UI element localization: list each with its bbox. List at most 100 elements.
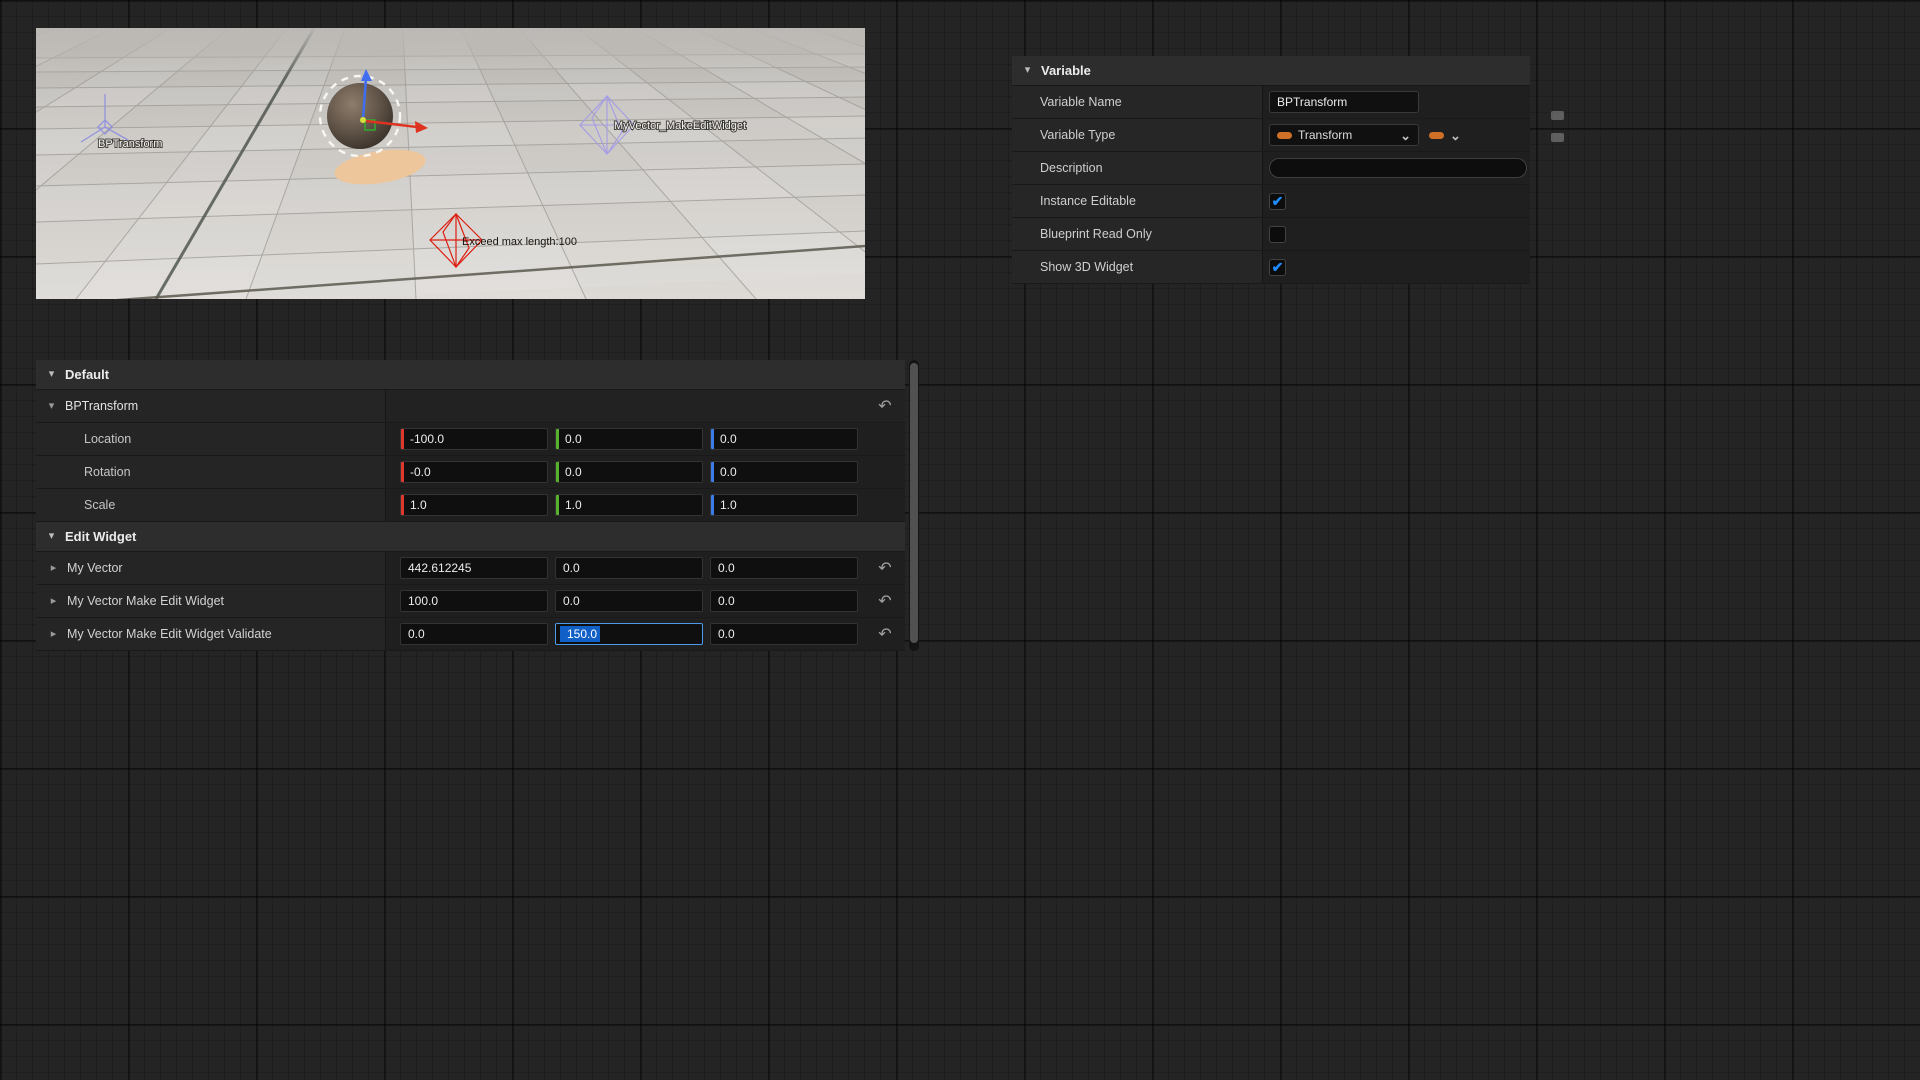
my-vector-label: My Vector [67,561,123,575]
validate-y-field[interactable]: 150.0 [555,623,703,645]
preview-sphere[interactable] [327,83,393,149]
description-input[interactable] [1269,158,1527,178]
make-edit-widget-y-field[interactable]: 0.0 [555,590,703,612]
location-y-value: 0.0 [559,432,582,446]
my-vector-make-edit-widget-label: My Vector Make Edit Widget [67,594,224,608]
scale-label: Scale [84,498,115,512]
expand-triangle-icon[interactable]: ▸ [48,596,59,607]
my-vector-make-edit-widget-validate-row: ▸ My Vector Make Edit Widget Validate 0.… [36,618,905,651]
instance-editable-row: Instance Editable ✔ [1012,185,1530,218]
collapse-triangle-icon: ▾ [46,369,57,380]
blueprint-read-only-row: Blueprint Read Only [1012,218,1530,251]
chevron-down-icon: ⌄ [1450,129,1461,142]
instance-editable-checkbox[interactable]: ✔ [1269,193,1286,210]
scale-y-field[interactable]: 1.0 [555,494,703,516]
scale-y-value: 1.0 [559,498,582,512]
check-icon: ✔ [1272,194,1284,208]
validate-z-field[interactable]: 0.0 [710,623,858,645]
distance-fog [36,28,865,78]
expand-triangle-icon[interactable]: ▸ [48,629,59,640]
scale-row: Scale 1.0 1.0 1.0 [36,489,905,522]
make-edit-widget-z-value: 0.0 [711,594,735,608]
variable-details-panel: ▾ Variable Variable Name BPTransform Var… [1012,56,1530,284]
location-z-field[interactable]: 0.0 [710,428,858,450]
viewport-preview[interactable]: BPTransform MyVector_MakeEditWidget [36,28,865,299]
variable-type-label: Variable Type [1012,119,1263,151]
container-type-pill-icon [1429,132,1444,139]
gizmo-origin-dot[interactable] [360,117,366,123]
my-vector-y-field[interactable]: 0.0 [555,557,703,579]
rotation-y-value: 0.0 [559,465,582,479]
rotation-z-field[interactable]: 0.0 [710,461,858,483]
default-category-title: Default [65,367,109,382]
variable-name-label: Variable Name [1012,86,1263,118]
collapse-triangle-icon: ▾ [46,531,57,542]
show-3d-widget-checkbox[interactable]: ✔ [1269,259,1286,276]
validate-x-value: 0.0 [401,627,425,641]
make-edit-widget-x-value: 100.0 [401,594,438,608]
make-edit-widget-y-value: 0.0 [556,594,580,608]
viewport-3d-scene: BPTransform MyVector_MakeEditWidget [36,28,865,299]
variable-section-header[interactable]: ▾ Variable [1012,56,1530,86]
my-vector-x-field[interactable]: 442.612245 [400,557,548,579]
show-3d-widget-row: Show 3D Widget ✔ [1012,251,1530,284]
blueprint-graph-background[interactable]: BPTransform MyVector_MakeEditWidget [0,0,1920,1080]
rotation-z-value: 0.0 [714,465,737,479]
location-x-field[interactable]: -100.0 [400,428,548,450]
make-edit-widget-z-field[interactable]: 0.0 [710,590,858,612]
variable-name-value: BPTransform [1277,95,1347,109]
edit-widget-category-title: Edit Widget [65,529,136,544]
revert-icon[interactable]: ↶ [875,591,895,611]
my-vector-make-edit-widget-validate-label: My Vector Make Edit Widget Validate [67,627,272,641]
background-artifact [1551,111,1564,120]
bptransform-widget-label: BPTransform [98,138,162,150]
my-vector-x-value: 442.612245 [401,561,471,575]
revert-icon[interactable]: ↶ [875,624,895,644]
background-artifact [1551,133,1564,142]
collapse-triangle-icon: ▾ [1022,65,1033,76]
check-icon: ✔ [1272,260,1284,274]
location-row: Location -100.0 0.0 0.0 [36,423,905,456]
rotation-x-value: -0.0 [404,465,431,479]
revert-icon[interactable]: ↶ [875,396,895,416]
container-type-dropdown[interactable]: ⌄ [1429,129,1461,142]
myvector-widget-label: MyVector_MakeEditWidget [614,120,746,132]
blueprint-read-only-label: Blueprint Read Only [1012,218,1263,250]
exceed-max-length-label: Exceed max length:100 [462,236,577,248]
chevron-down-icon: ⌄ [1400,129,1411,142]
rotation-label: Rotation [84,465,131,479]
blueprint-read-only-checkbox[interactable] [1269,226,1286,243]
expand-triangle-icon[interactable]: ▸ [48,563,59,574]
bptransform-property-row: ▾ BPTransform ↶ [36,390,905,423]
rotation-y-field[interactable]: 0.0 [555,461,703,483]
revert-icon[interactable]: ↶ [875,558,895,578]
edit-widget-category-header[interactable]: ▾ Edit Widget [36,522,905,552]
variable-type-value: Transform [1298,128,1352,142]
default-category-header[interactable]: ▾ Default [36,360,905,390]
make-edit-widget-x-field[interactable]: 100.0 [400,590,548,612]
my-vector-y-value: 0.0 [556,561,580,575]
details-scrollbar-thumb[interactable] [910,363,918,643]
instance-editable-label: Instance Editable [1012,185,1263,217]
variable-type-row: Variable Type Transform ⌄ ⌄ [1012,119,1530,152]
my-vector-z-field[interactable]: 0.0 [710,557,858,579]
scale-z-field[interactable]: 1.0 [710,494,858,516]
collapse-triangle-icon[interactable]: ▾ [46,401,57,412]
scale-z-value: 1.0 [714,498,737,512]
defaults-details-panel: ▾ Default ▾ BPTransform ↶ Location -100.… [36,360,905,651]
validate-y-value-selected: 150.0 [560,626,600,642]
variable-type-dropdown[interactable]: Transform ⌄ [1269,124,1419,146]
validate-z-value: 0.0 [711,627,735,641]
rotation-x-field[interactable]: -0.0 [400,461,548,483]
show-3d-widget-label: Show 3D Widget [1012,251,1263,283]
variable-name-input[interactable]: BPTransform [1269,91,1419,113]
description-label: Description [1012,152,1263,184]
validate-x-field[interactable]: 0.0 [400,623,548,645]
my-vector-z-value: 0.0 [711,561,735,575]
bptransform-property-label: BPTransform [65,399,138,413]
details-scrollbar-track[interactable] [909,360,919,651]
my-vector-make-edit-widget-row: ▸ My Vector Make Edit Widget 100.0 0.0 0… [36,585,905,618]
location-y-field[interactable]: 0.0 [555,428,703,450]
variable-section-title: Variable [1041,63,1091,78]
scale-x-field[interactable]: 1.0 [400,494,548,516]
